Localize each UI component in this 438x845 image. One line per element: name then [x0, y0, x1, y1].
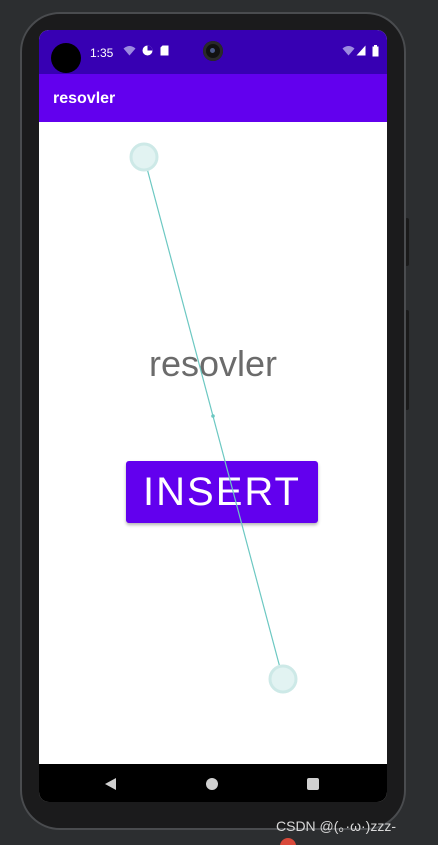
insert-button[interactable]: INSERT — [126, 461, 318, 523]
cell-signal-icon — [356, 45, 366, 59]
battery-icon — [372, 45, 379, 60]
camera-icon — [203, 41, 223, 61]
navigation-bar — [39, 764, 387, 802]
front-sensor — [51, 43, 81, 73]
notification-badge-icon — [280, 838, 296, 845]
touch-end-point — [268, 664, 298, 694]
app-bar: resovler — [39, 74, 387, 122]
swipe-trail — [143, 156, 284, 680]
app-title: resovler — [53, 90, 116, 107]
home-icon[interactable] — [206, 778, 218, 790]
touch-mid-point — [211, 414, 215, 418]
touch-gesture-overlay — [129, 142, 298, 694]
sd-card-icon — [160, 45, 169, 59]
data-saver-icon — [142, 45, 153, 59]
touch-start-point — [129, 142, 159, 172]
recents-icon[interactable] — [307, 778, 319, 790]
back-icon[interactable] — [105, 778, 116, 790]
watermark-text: CSDN @(。·ω·)zzz- — [276, 818, 397, 834]
status-bar: 1:35 — [39, 30, 387, 74]
resolver-label: resovler — [148, 343, 278, 384]
device-screen: 1:35 resovler resovler INSERT — [39, 30, 387, 802]
wifi-icon — [123, 45, 136, 59]
status-time: 1:35 — [90, 46, 114, 60]
emulator-stage: 1:35 resovler resovler INSERT CSDN @(。·ω… — [0, 0, 438, 845]
main-content: resovler INSERT — [39, 122, 387, 764]
wifi-signal-icon — [342, 45, 355, 59]
